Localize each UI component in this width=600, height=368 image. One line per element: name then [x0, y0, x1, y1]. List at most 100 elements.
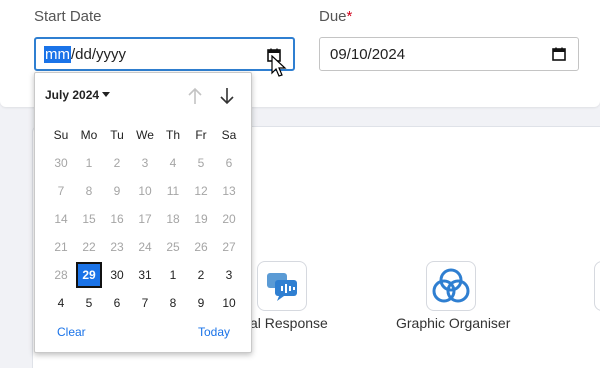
calendar-day[interactable]: 22: [75, 240, 103, 254]
calendar-day-number: 21: [54, 240, 68, 254]
calendar-day[interactable]: 11: [159, 184, 187, 198]
calendar-day[interactable]: 8: [75, 184, 103, 198]
calendar-day-number: 6: [225, 156, 233, 170]
tool-oral-response[interactable]: [257, 261, 307, 311]
calendar-day-number: 27: [222, 240, 236, 254]
calendar-day-number: 20: [222, 212, 236, 226]
calendar-day-number: 10: [222, 296, 236, 310]
calendar-day[interactable]: 6: [215, 156, 243, 170]
day-year-segments[interactable]: /dd/yyyy: [71, 46, 126, 63]
calendar-day[interactable]: 19: [187, 212, 215, 226]
calendar-day[interactable]: 21: [47, 240, 75, 254]
weekday-label: Su: [53, 128, 69, 142]
calendar-day[interactable]: 4: [47, 296, 75, 310]
tool-partial[interactable]: [594, 261, 600, 311]
calendar-week-row: 14 15 16 17 18 19 20: [47, 205, 243, 233]
calendar-day[interactable]: 2: [103, 156, 131, 170]
calendar-day[interactable]: 5: [75, 296, 103, 310]
calendar-day[interactable]: 3: [131, 156, 159, 170]
calendar-day-number: 3: [141, 156, 149, 170]
tool-graphic-organiser[interactable]: [426, 261, 476, 311]
calendar-week-row: 21 22 23 24 25 26 27: [47, 233, 243, 261]
calendar-day[interactable]: 4: [159, 156, 187, 170]
weekday-label: Mo: [80, 128, 98, 142]
required-mark: *: [346, 8, 353, 25]
calendar-day[interactable]: 12: [187, 184, 215, 198]
calendar-day[interactable]: 17: [131, 212, 159, 226]
calendar-day-number: 8: [169, 296, 177, 310]
due-date-input[interactable]: 09/10/2024: [319, 37, 579, 71]
calendar-icon[interactable]: [552, 47, 566, 61]
due-date-value: 09/10/2024: [330, 45, 406, 63]
calendar-day[interactable]: 20: [215, 212, 243, 226]
calendar-day[interactable]: 9: [187, 296, 215, 310]
calendar-day[interactable]: 10: [131, 184, 159, 198]
calendar-grid: Su Mo Tu We Th Fr Sa 30 1 2 3 4 5 6 7 8 9 10 11 12 13…: [47, 121, 243, 317]
calendar-day-number: 28: [54, 268, 68, 282]
calendar-day-number: 5: [85, 296, 93, 310]
clear-button[interactable]: Clear: [57, 325, 86, 339]
calendar-day-number: 22: [82, 240, 96, 254]
calendar-day-number: 26: [194, 240, 208, 254]
calendar-day[interactable]: 14: [47, 212, 75, 226]
previous-month-button[interactable]: [185, 85, 205, 107]
calendar-day-number: 25: [166, 240, 180, 254]
chat-audio-icon: [257, 261, 307, 311]
weekday-label: We: [136, 128, 154, 142]
calendar-day[interactable]: 16: [103, 212, 131, 226]
start-date-input[interactable]: mm/dd/yyyy: [34, 37, 295, 71]
arrow-up-icon: [188, 87, 202, 104]
calendar-day-number: 24: [138, 240, 152, 254]
calendar-day[interactable]: 23: [103, 240, 131, 254]
calendar-day[interactable]: 8: [159, 296, 187, 310]
calendar-day[interactable]: 31: [131, 268, 159, 282]
calendar-day[interactable]: 30: [103, 268, 131, 282]
calendar-day[interactable]: 2: [187, 268, 215, 282]
calendar-day[interactable]: 26: [187, 240, 215, 254]
calendar-day-number: 6: [113, 296, 121, 310]
calendar-day[interactable]: 25: [159, 240, 187, 254]
calendar-day-number: 10: [138, 184, 152, 198]
calendar-day[interactable]: 5: [187, 156, 215, 170]
calendar-day[interactable]: 10: [215, 296, 243, 310]
calendar-day[interactable]: 1: [159, 268, 187, 282]
calendar-day-number: 15: [82, 212, 96, 226]
calendar-day[interactable]: 30: [47, 156, 75, 170]
calendar-day-number: 31: [138, 268, 152, 282]
calendar-day-number: 4: [57, 296, 65, 310]
calendar-day[interactable]: 7: [47, 184, 75, 198]
weekday-label: Th: [165, 128, 180, 142]
calendar-day-number: 30: [110, 268, 124, 282]
calendar-day-number: 3: [225, 268, 233, 282]
calendar-week-row: 4 5 6 7 8 9 10: [47, 289, 243, 317]
calendar-day-number: 9: [197, 296, 205, 310]
calendar-day[interactable]: 18: [159, 212, 187, 226]
today-button[interactable]: Today: [198, 325, 230, 339]
calendar-day-today[interactable]: 29: [75, 262, 103, 288]
arrow-down-icon: [220, 88, 234, 105]
next-month-button[interactable]: [217, 85, 237, 107]
calendar-day-number: 9: [113, 184, 121, 198]
calendar-day[interactable]: 9: [103, 184, 131, 198]
tool-tile-partial: [594, 261, 600, 311]
calendar-day[interactable]: 24: [131, 240, 159, 254]
calendar-day-number: 29: [76, 262, 102, 288]
calendar-day[interactable]: 1: [75, 156, 103, 170]
calendar-day-number: 16: [110, 212, 124, 226]
calendar-day-number: 1: [85, 156, 93, 170]
calendar-day[interactable]: 13: [215, 184, 243, 198]
calendar-day-number: 11: [166, 184, 180, 198]
calendar-weeks: 30 1 2 3 4 5 6 7 8 9 10 11 12 13 14 15 16 17 18 19 20 21 22 23 2…: [47, 149, 243, 317]
calendar-day[interactable]: 3: [215, 268, 243, 282]
date-picker: July 2024 Su Mo Tu We Th Fr Sa 30 1 2 3 4 5 6 7…: [34, 72, 252, 353]
calendar-day-number: 13: [222, 184, 236, 198]
calendar-day[interactable]: 7: [131, 296, 159, 310]
calendar-day[interactable]: 15: [75, 212, 103, 226]
month-segment[interactable]: mm: [44, 45, 71, 63]
calendar-day[interactable]: 27: [215, 240, 243, 254]
calendar-day[interactable]: 28: [47, 268, 75, 282]
month-year-selector[interactable]: July 2024: [45, 88, 111, 102]
due-label: Due*: [319, 8, 353, 25]
calendar-day[interactable]: 6: [103, 296, 131, 310]
calendar-day-number: 12: [194, 184, 208, 198]
